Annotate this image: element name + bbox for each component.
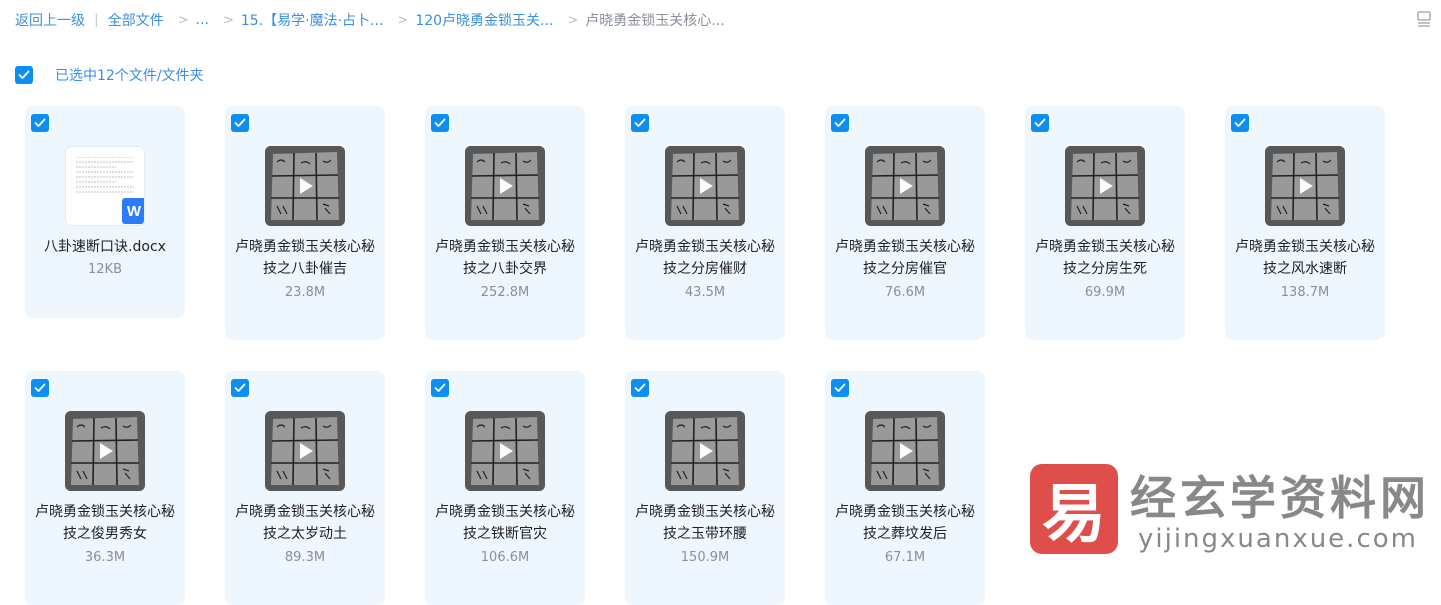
play-icon <box>500 443 513 459</box>
file-size: 23.8M <box>284 285 326 300</box>
file-checkbox[interactable] <box>631 114 649 132</box>
play-icon <box>900 178 913 194</box>
checkmark-icon <box>434 383 446 392</box>
file-card[interactable]: 卢晓勇金锁玉关核心秘技之风水速断 138.7M <box>1225 106 1385 340</box>
file-name: 卢晓勇金锁玉关核心秘技之分房催官 <box>835 239 975 277</box>
file-card[interactable]: 卢晓勇金锁玉关核心秘技之八卦催吉 23.8M <box>225 106 385 340</box>
watermark: 易 经玄学资料网 yijingxuanxue.com <box>1030 462 1430 562</box>
video-thumbnail <box>665 411 745 491</box>
file-size: 76.6M <box>884 285 926 300</box>
file-checkbox[interactable] <box>231 114 249 132</box>
checkmark-icon <box>634 383 646 392</box>
file-name: 卢晓勇金锁玉关核心秘技之葬坟发后 <box>835 504 975 542</box>
file-size: 150.9M <box>680 550 730 565</box>
play-icon <box>1100 178 1113 194</box>
file-name: 卢晓勇金锁玉关核心秘技之八卦交界 <box>435 239 575 277</box>
video-thumbnail <box>465 146 545 226</box>
checkmark-icon <box>634 118 646 127</box>
file-size: 43.5M <box>684 285 726 300</box>
file-name: 卢晓勇金锁玉关核心秘技之八卦催吉 <box>235 239 375 277</box>
word-doc-icon: W <box>122 198 144 224</box>
video-thumbnail <box>265 411 345 491</box>
video-thumbnail <box>1065 146 1145 226</box>
file-card[interactable]: 卢晓勇金锁玉关核心秘技之太岁动土 89.3M <box>225 371 385 605</box>
checkmark-icon <box>434 118 446 127</box>
checkmark-icon <box>34 118 46 127</box>
file-name: 卢晓勇金锁玉关核心秘技之太岁动土 <box>235 504 375 542</box>
file-size: 252.8M <box>480 285 530 300</box>
docx-thumbnail: W <box>65 146 145 226</box>
checkmark-icon <box>1234 118 1246 127</box>
file-checkbox[interactable] <box>831 114 849 132</box>
play-icon <box>100 443 113 459</box>
video-thumbnail <box>265 146 345 226</box>
play-icon <box>300 443 313 459</box>
file-size: 89.3M <box>284 550 326 565</box>
file-card[interactable]: 卢晓勇金锁玉关核心秘技之玉带环腰 150.9M <box>625 371 785 605</box>
video-thumbnail <box>1265 146 1345 226</box>
file-size: 69.9M <box>1084 285 1126 300</box>
file-name: 卢晓勇金锁玉关核心秘技之分房催财 <box>635 239 775 277</box>
play-icon <box>1300 178 1313 194</box>
file-checkbox[interactable] <box>1231 114 1249 132</box>
file-name: 卢晓勇金锁玉关核心秘技之分房生死 <box>1035 239 1175 277</box>
checkmark-icon <box>234 118 246 127</box>
file-checkbox[interactable] <box>431 114 449 132</box>
file-card[interactable]: 卢晓勇金锁玉关核心秘技之俊男秀女 36.3M <box>25 371 185 605</box>
play-icon <box>700 178 713 194</box>
file-name: 卢晓勇金锁玉关核心秘技之玉带环腰 <box>635 504 775 542</box>
file-checkbox[interactable] <box>631 379 649 397</box>
file-name: 八卦速断口诀.docx <box>44 239 166 255</box>
file-name: 卢晓勇金锁玉关核心秘技之铁断官灾 <box>435 504 575 542</box>
file-card[interactable]: 卢晓勇金锁玉关核心秘技之分房催官 76.6M <box>825 106 985 340</box>
checkmark-icon <box>834 383 846 392</box>
checkmark-icon <box>834 118 846 127</box>
play-icon <box>500 178 513 194</box>
file-size: 138.7M <box>1280 285 1330 300</box>
file-checkbox[interactable] <box>31 114 49 132</box>
file-card[interactable]: 卢晓勇金锁玉关核心秘技之葬坟发后 67.1M <box>825 371 985 605</box>
file-checkbox[interactable] <box>831 379 849 397</box>
file-size: 67.1M <box>884 550 926 565</box>
file-checkbox[interactable] <box>1031 114 1049 132</box>
file-size: 106.6M <box>480 550 530 565</box>
checkmark-icon <box>234 383 246 392</box>
file-checkbox[interactable] <box>431 379 449 397</box>
video-thumbnail <box>65 411 145 491</box>
file-name: 卢晓勇金锁玉关核心秘技之俊男秀女 <box>35 504 175 542</box>
checkmark-icon <box>1034 118 1046 127</box>
video-thumbnail <box>865 146 945 226</box>
file-card[interactable]: 卢晓勇金锁玉关核心秘技之铁断官灾 106.6M <box>425 371 585 605</box>
play-icon <box>700 443 713 459</box>
video-thumbnail <box>465 411 545 491</box>
watermark-url: yijingxuanxue.com <box>1138 524 1418 554</box>
file-name: 卢晓勇金锁玉关核心秘技之风水速断 <box>1235 239 1375 277</box>
file-card[interactable]: 卢晓勇金锁玉关核心秘技之分房催财 43.5M <box>625 106 785 340</box>
file-size: 12KB <box>88 262 122 277</box>
play-icon <box>300 178 313 194</box>
video-thumbnail <box>865 411 945 491</box>
file-size: 36.3M <box>84 550 126 565</box>
watermark-logo: 易 <box>1030 464 1118 554</box>
file-checkbox[interactable] <box>31 379 49 397</box>
video-thumbnail <box>665 146 745 226</box>
file-card[interactable]: W 八卦速断口诀.docx 12KB <box>25 106 185 318</box>
checkmark-icon <box>34 383 46 392</box>
document-preview-image <box>76 157 134 193</box>
file-checkbox[interactable] <box>231 379 249 397</box>
file-card[interactable]: 卢晓勇金锁玉关核心秘技之八卦交界 252.8M <box>425 106 585 340</box>
watermark-title: 经玄学资料网 <box>1130 471 1430 525</box>
play-icon <box>900 443 913 459</box>
file-card[interactable]: 卢晓勇金锁玉关核心秘技之分房生死 69.9M <box>1025 106 1185 340</box>
